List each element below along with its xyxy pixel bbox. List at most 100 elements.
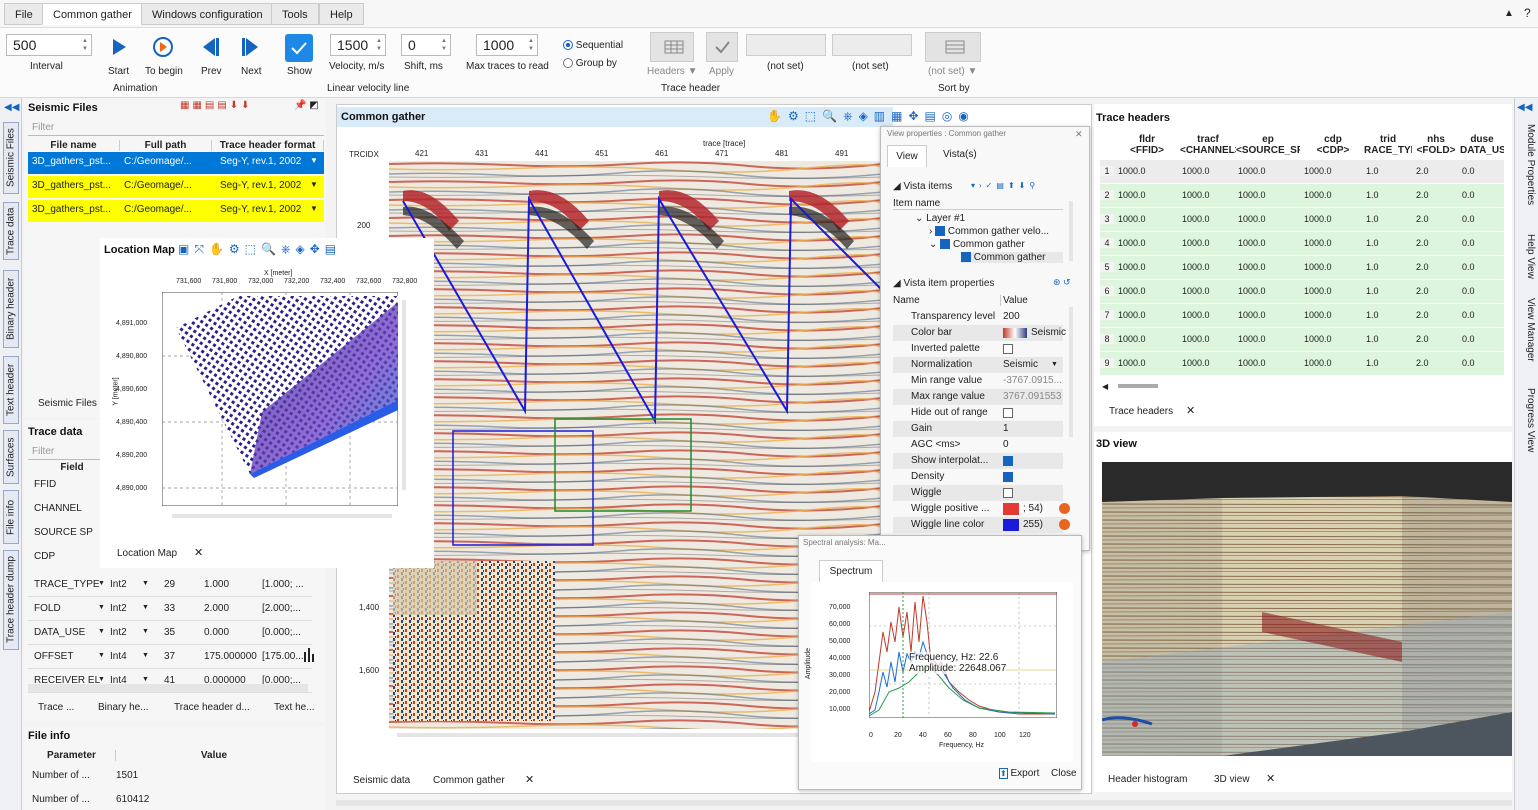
trace-header-field-1[interactable] xyxy=(746,34,826,56)
seismic-file-row[interactable]: 3D_gathers_pst... C:/Geomage/... Seg-Y, re… xyxy=(28,176,324,198)
collapse-right-icon[interactable]: ◀◀ xyxy=(1517,102,1532,113)
property-row[interactable]: Gain 1 xyxy=(893,421,1063,437)
menu-common-gather[interactable]: Common gather xyxy=(42,3,143,25)
col-value[interactable]: Value xyxy=(116,750,312,761)
menu-help[interactable]: Help xyxy=(319,3,364,25)
tree-cg-velocity-check[interactable] xyxy=(935,226,946,237)
property-row[interactable]: Wiggle line color 255) xyxy=(893,517,1070,533)
col-trace-header-format[interactable]: Trace header format xyxy=(212,140,324,151)
tab-binary-header[interactable]: Binary he... xyxy=(98,702,149,713)
format-dropdown-icon[interactable]: ▼ xyxy=(310,156,318,165)
trace-header-row[interactable]: 8 1000.0 1000.0 1000.0 1000.0 1.0 2.0 0.0 xyxy=(1100,328,1504,352)
to-begin-button[interactable] xyxy=(150,34,176,60)
props-toolbar-icons[interactable]: ⊛ ↺ xyxy=(1053,277,1071,288)
seismic-files-filter[interactable]: Filter xyxy=(28,122,324,136)
property-row[interactable]: Normalization Seismic ▼ xyxy=(893,357,1063,373)
property-row[interactable]: Transparency level 200 xyxy=(893,309,1063,325)
map-toolbar-icons[interactable]: ▣⤧✋⚙⬚🔍⎈◈✥▤ xyxy=(178,242,341,257)
type-dropdown-icon[interactable]: ▼ xyxy=(142,652,149,659)
spectral-close-button[interactable]: Close xyxy=(1051,768,1077,779)
max-traces-input[interactable]: 1000 ▲ ▼ xyxy=(476,34,538,56)
type-dropdown-icon[interactable]: ▼ xyxy=(142,604,149,611)
trace-headers-hscrollbar[interactable] xyxy=(1118,384,1158,388)
row-dropdown-icon[interactable]: ▼ xyxy=(98,676,105,683)
trace-header-col[interactable]: tracf <CHANNEL> xyxy=(1180,134,1236,158)
location-map-plot[interactable] xyxy=(162,292,398,506)
group-by-radio[interactable]: Group by xyxy=(563,58,617,69)
headers-button[interactable] xyxy=(650,32,694,62)
tree-cg-check[interactable] xyxy=(940,239,951,250)
normalization-dropdown-icon[interactable]: ▼ xyxy=(1051,357,1058,373)
trace-header-col[interactable]: fldr <FFID> xyxy=(1116,134,1178,158)
trace-headers-scroll-left-icon[interactable]: ◀ xyxy=(1102,382,1108,391)
tab-text-header[interactable]: Text he... xyxy=(274,702,315,713)
gather-hscrollbar[interactable] xyxy=(397,733,817,737)
tab-trace-headers[interactable]: Trace headers xyxy=(1109,406,1173,417)
color-picker-icon[interactable] xyxy=(1059,519,1070,530)
trace-header-row[interactable]: 4 1000.0 1000.0 1000.0 1000.0 1.0 2.0 0.0 xyxy=(1100,232,1504,256)
col-full-path[interactable]: Full path xyxy=(120,140,212,151)
trace-header-col[interactable]: ep<SOURCE_SP> xyxy=(1236,134,1300,158)
vtab-progress-view[interactable]: Progress View xyxy=(1520,388,1536,468)
seismic-files-tab[interactable]: Seismic Files xyxy=(38,398,97,409)
vtab-file-info[interactable]: File info xyxy=(3,490,19,544)
apply-button[interactable] xyxy=(706,32,738,62)
trace-data-filter[interactable]: Filter xyxy=(28,446,108,460)
vista-tree-scrollbar[interactable] xyxy=(1069,201,1073,261)
show-button[interactable] xyxy=(285,34,313,62)
tab-view[interactable]: View xyxy=(887,145,927,167)
row-dropdown-icon[interactable]: ▼ xyxy=(98,652,105,659)
col-parameter[interactable]: Parameter xyxy=(28,750,116,761)
vtab-module-properties[interactable]: Module Properties xyxy=(1520,124,1536,224)
trace-header-col[interactable]: trid RACE_TYI xyxy=(1364,134,1412,158)
trace-header-row[interactable]: 5 1000.0 1000.0 1000.0 1000.0 1.0 2.0 0.0 xyxy=(1100,256,1504,280)
format-dropdown-icon[interactable]: ▼ xyxy=(310,204,318,213)
tab-spectrum[interactable]: Spectrum xyxy=(819,560,883,582)
vtab-seismic-files[interactable]: Seismic Files xyxy=(3,122,19,194)
gather-toolbar-icons[interactable]: ✋⚙⬚🔍⎈◈▥▦✥▤◎◉ xyxy=(767,109,975,124)
trace-header-row[interactable]: 9 1000.0 1000.0 1000.0 1000.0 1.0 2.0 0.0 xyxy=(1100,352,1504,376)
vista-items-header[interactable]: ◢ Vista items xyxy=(893,181,952,192)
trace-header-field-2[interactable] xyxy=(832,34,912,56)
tab-header-histogram[interactable]: Header histogram xyxy=(1108,774,1187,785)
type-dropdown-icon[interactable]: ▼ xyxy=(142,580,149,587)
view3d-canvas[interactable] xyxy=(1102,462,1512,756)
tab-location-map[interactable]: Location Map xyxy=(117,548,177,559)
props-col-value[interactable]: Value xyxy=(1003,295,1028,306)
property-row[interactable]: Show interpolat... xyxy=(893,453,1063,469)
trace-header-col[interactable]: duseDATA_USE xyxy=(1460,134,1504,158)
sort-not-set-label[interactable]: (not set) ▼ xyxy=(928,66,977,77)
props-scrollbar[interactable] xyxy=(1069,307,1073,437)
property-row[interactable]: Max range value 3767.091553 xyxy=(893,389,1063,405)
tab-trace-data[interactable]: Trace ... xyxy=(38,702,74,713)
sequential-radio[interactable]: Sequential xyxy=(563,40,623,51)
map-vscrollbar[interactable] xyxy=(402,300,406,490)
tree-cg[interactable]: ⌄ Common gather xyxy=(929,239,1025,250)
trace-data-row[interactable]: FOLD Int2 33 2.000 [2.000;... ▼ ▼ xyxy=(28,599,312,621)
vtab-help-view[interactable]: Help View xyxy=(1520,234,1536,294)
property-row[interactable]: AGC <ms> 0 xyxy=(893,437,1063,453)
type-dropdown-icon[interactable]: ▼ xyxy=(142,628,149,635)
property-row[interactable]: Wiggle positive ... ; 54) xyxy=(893,501,1070,517)
sort-headers-button[interactable] xyxy=(925,32,981,62)
menu-tools[interactable]: Tools xyxy=(271,3,319,25)
close-view-properties-icon[interactable]: ✕ xyxy=(1075,129,1083,140)
trace-header-row[interactable]: 7 1000.0 1000.0 1000.0 1000.0 1.0 2.0 0.0 xyxy=(1100,304,1504,328)
color-swatch[interactable] xyxy=(1003,519,1019,531)
collapse-ribbon-icon[interactable]: ▲ xyxy=(1504,8,1514,19)
menu-file[interactable]: File xyxy=(4,3,44,25)
shift-input[interactable]: 0 ▲ ▼ xyxy=(401,34,451,56)
close-trace-headers-tab-icon[interactable]: ✕ xyxy=(1186,404,1195,417)
property-row[interactable]: Color bar Seismic xyxy=(893,325,1066,341)
menu-windows-configuration[interactable]: Windows configuration xyxy=(141,3,274,25)
trace-data-row[interactable]: DATA_USE Int2 35 0.000 [0.000;... ▼ ▼ xyxy=(28,623,312,645)
property-row[interactable]: Wiggle xyxy=(893,485,1063,501)
headers-label[interactable]: Headers ▼ xyxy=(647,66,698,77)
trace-header-col[interactable]: cdp <CDP> xyxy=(1302,134,1364,158)
color-swatch[interactable] xyxy=(1003,503,1019,515)
property-row[interactable]: Min range value -3767.0915... xyxy=(893,373,1063,389)
property-row[interactable]: Density xyxy=(893,469,1063,485)
property-checkbox[interactable] xyxy=(1003,488,1013,498)
tree-layer[interactable]: ⌄ Layer #1 xyxy=(915,213,965,224)
velocity-input[interactable]: 1500 ▲ ▼ xyxy=(330,34,386,56)
